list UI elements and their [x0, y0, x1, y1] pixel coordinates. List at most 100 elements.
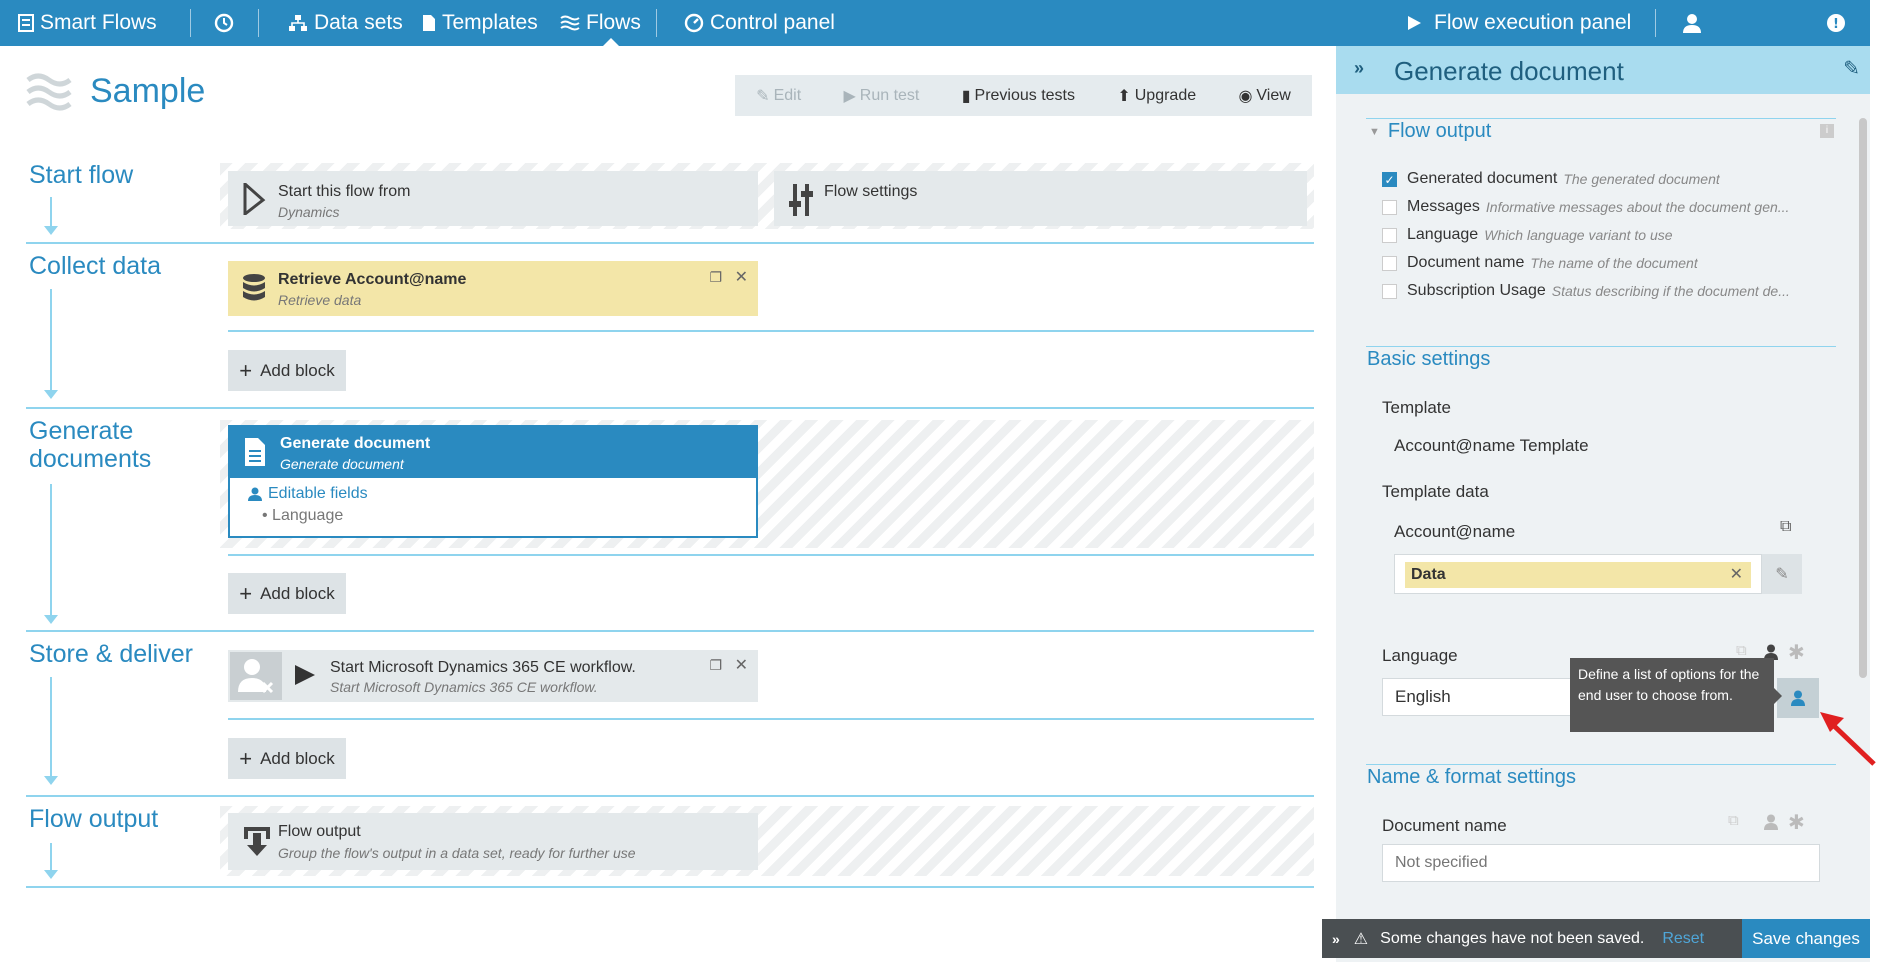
stage-output-line [44, 843, 58, 879]
svg-text:!: ! [1833, 17, 1839, 32]
flow-output-title: Flow output [278, 823, 361, 840]
play-icon [295, 665, 315, 685]
nav-flows[interactable]: Flows [560, 0, 641, 46]
flow-settings-title: Flow settings [824, 183, 918, 200]
asterisk-icon[interactable]: ✱ [1788, 640, 1805, 665]
stage-generate-title: Generate documents [29, 417, 152, 473]
template-label: Template [1382, 398, 1451, 417]
user-menu[interactable] [1683, 0, 1711, 46]
nav-datasets[interactable]: Data sets [288, 0, 403, 46]
edit-button[interactable]: ✎ Edit [756, 86, 801, 106]
link-icon[interactable]: ⧉ [1736, 642, 1747, 659]
link-icon[interactable]: ⧉ [1780, 518, 1791, 536]
stage-store-line [44, 677, 58, 785]
run-test-button[interactable]: ▶ Run test [843, 86, 919, 106]
section-divider [1366, 346, 1836, 347]
output-checkbox[interactable]: Subscription Usage Status describing if t… [1382, 282, 1822, 300]
flow-output-section-toggle[interactable]: ▼ Flow output [1369, 120, 1491, 143]
account-label: Account@name [1394, 522, 1516, 541]
checkbox[interactable] [1382, 199, 1397, 215]
generate-document-block[interactable]: Generate document Generate document Edit… [228, 425, 758, 538]
nav-datasets-label: Data sets [314, 11, 403, 34]
reset-link[interactable]: Reset [1662, 930, 1704, 948]
asterisk-icon[interactable]: ✱ [1788, 810, 1805, 835]
checkbox[interactable] [1382, 255, 1397, 271]
add-block-button[interactable]: + Add block [228, 738, 346, 779]
checkbox[interactable] [1382, 283, 1397, 299]
output-desc: Status describing if the document de... [1551, 283, 1790, 299]
editable-field-label: Language [272, 507, 344, 524]
view-button[interactable]: ◉ View [1238, 86, 1290, 106]
brand-link[interactable]: Smart Flows [18, 0, 157, 46]
user-choice-button[interactable] [1777, 678, 1819, 718]
stage-generate-line [44, 484, 58, 624]
nav-control-panel-label: Control panel [710, 11, 835, 34]
checkbox[interactable]: ✓ [1382, 171, 1397, 187]
output-desc: Which language variant to use [1484, 227, 1673, 243]
flow-output-section-title: Flow output [1387, 120, 1492, 142]
stage-store-title: Store & deliver [29, 640, 193, 668]
page-title: Sample [90, 72, 206, 110]
section-divider [1366, 764, 1836, 765]
data-chip: Data ✕ [1405, 562, 1751, 588]
user-icon[interactable] [1764, 814, 1778, 830]
previous-tests-label: Previous tests [974, 86, 1075, 104]
edit-label: Edit [773, 86, 802, 104]
tooltip: Define a list of options for the end use… [1570, 658, 1782, 732]
data-field[interactable]: Data ✕ [1394, 554, 1762, 594]
add-block-button[interactable]: + Add block [228, 350, 346, 391]
sitemap-icon [289, 15, 307, 31]
output-desc: The name of the document [1530, 255, 1698, 271]
basic-settings-title: Basic settings [1367, 348, 1491, 370]
info-icon: ! [1827, 14, 1845, 32]
doc-name-input[interactable] [1382, 844, 1820, 882]
output-checkbox[interactable]: Messages Informative messages about the d… [1382, 198, 1822, 216]
close-icon[interactable]: ✕ [735, 655, 748, 675]
checkbox[interactable] [1382, 227, 1397, 243]
plus-icon: + [239, 580, 253, 606]
user-icon [1683, 14, 1701, 33]
workflow-sub: Start Microsoft Dynamics 365 CE workflow… [330, 679, 598, 695]
nav-templates[interactable]: Templates [422, 0, 538, 46]
output-checkbox[interactable]: Document name The name of the document [1382, 254, 1822, 272]
document-icon [423, 15, 435, 31]
unsaved-message: Some changes have not been saved. [1380, 929, 1645, 947]
flow-output-block[interactable]: Flow output Group the flow's output in a… [228, 813, 758, 870]
copy-icon[interactable]: ❐ [709, 269, 722, 286]
nav-control-panel[interactable]: Control panel [684, 0, 835, 46]
collapse-icon[interactable]: » [1354, 58, 1364, 79]
edit-data-button[interactable]: ✎ [1762, 554, 1802, 594]
language-input[interactable]: English [1382, 678, 1582, 716]
save-changes-button[interactable]: Save changes [1742, 919, 1870, 958]
doc-name-label: Document name [1382, 816, 1507, 835]
upgrade-button[interactable]: ⬆ Upgrade [1117, 86, 1196, 106]
remove-icon[interactable]: ✕ [1730, 562, 1743, 588]
stage-divider [26, 407, 1314, 409]
retrieve-block[interactable]: Retrieve Account@name Retrieve data ❐ ✕ [228, 261, 758, 316]
editable-fields-label: Editable fields [268, 485, 368, 502]
panel-scrollbar[interactable] [1859, 118, 1867, 678]
output-checkbox[interactable]: Language Which language variant to use [1382, 226, 1822, 244]
link-icon[interactable]: ⧉ [1728, 812, 1739, 829]
nav-flow-execution[interactable]: Flow execution panel [1406, 0, 1631, 46]
stage-divider [26, 795, 1314, 797]
output-checkbox[interactable]: ✓ Generated document The generated documen… [1382, 170, 1822, 188]
close-icon[interactable]: ✕ [735, 267, 748, 287]
copy-icon[interactable]: ❐ [709, 657, 722, 674]
nav-flow-execution-label: Flow execution panel [1434, 11, 1632, 34]
history-button[interactable] [214, 0, 240, 46]
info-icon[interactable]: i [1820, 124, 1834, 138]
editable-fields-link[interactable]: Editable fields [248, 485, 368, 503]
flow-settings-block[interactable]: Flow settings [774, 171, 1307, 226]
collapse-icon[interactable]: » [1332, 931, 1340, 947]
server-icon [18, 14, 34, 32]
start-from-block[interactable]: Start this flow from Dynamics [228, 171, 758, 226]
pencil-icon[interactable]: ✎ [1843, 56, 1860, 81]
eye-icon: ◉ [1238, 87, 1253, 105]
template-data-label: Template data [1382, 482, 1489, 501]
previous-tests-button[interactable]: ▮ Previous tests [962, 86, 1075, 106]
help-button[interactable]: ! [1826, 0, 1852, 46]
retrieve-sub: Retrieve data [278, 292, 362, 308]
add-block-button[interactable]: + Add block [228, 573, 346, 614]
workflow-block[interactable]: Start Microsoft Dynamics 365 CE workflow… [228, 650, 758, 702]
